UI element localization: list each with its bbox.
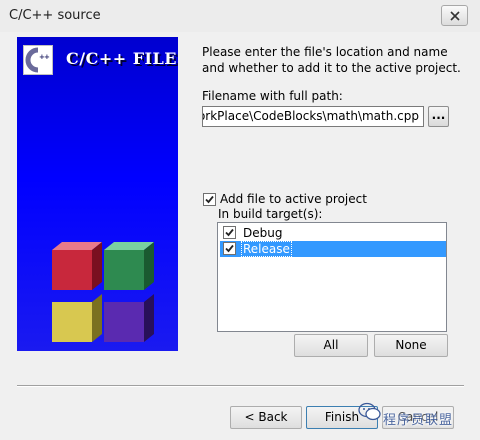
target-debug-checkbox[interactable] bbox=[223, 226, 236, 239]
filename-value: F:\WorkPlace\CodeBlocks\math\math.cpp bbox=[203, 109, 419, 123]
footer-separator bbox=[17, 385, 464, 387]
target-release-checkbox[interactable] bbox=[223, 242, 236, 255]
checkmark-icon bbox=[225, 228, 234, 237]
back-button[interactable]: < Back bbox=[230, 406, 302, 429]
target-item-debug[interactable]: Debug bbox=[220, 225, 446, 241]
wizard-banner: + + C/C++ FILE bbox=[17, 37, 178, 351]
select-none-button[interactable]: None bbox=[374, 334, 448, 357]
cpp-logo-icon: + + bbox=[23, 45, 53, 75]
checkmark-icon bbox=[225, 244, 234, 253]
title-bar: C/C++ source bbox=[0, 0, 480, 32]
target-debug-label: Debug bbox=[243, 226, 283, 240]
svg-text:+: + bbox=[44, 53, 50, 61]
codeblocks-cube-icon bbox=[52, 242, 154, 342]
select-all-button[interactable]: All bbox=[294, 334, 368, 357]
path-label: Filename with full path: bbox=[202, 89, 343, 103]
banner-title: C/C++ FILE bbox=[66, 49, 177, 68]
filename-input[interactable]: F:\WorkPlace\CodeBlocks\math\math.cpp bbox=[202, 106, 424, 127]
build-targets-list[interactable]: Debug Release bbox=[217, 222, 447, 332]
watermark-text: 程序员联盟 bbox=[383, 413, 454, 428]
close-icon bbox=[450, 11, 460, 21]
wechat-icon bbox=[358, 402, 381, 421]
browse-button[interactable]: ... bbox=[428, 106, 449, 127]
intro-text: Please enter the file's location and nam… bbox=[202, 45, 461, 75]
target-release-label: Release bbox=[241, 241, 292, 257]
add-to-project-checkbox[interactable] bbox=[203, 193, 216, 206]
target-item-release[interactable]: Release bbox=[220, 241, 446, 257]
add-to-project-label[interactable]: Add file to active project bbox=[220, 192, 367, 206]
window-title: C/C++ source bbox=[9, 8, 101, 23]
checkmark-icon bbox=[205, 195, 214, 204]
close-button[interactable] bbox=[441, 5, 468, 26]
build-targets-label: In build target(s): bbox=[218, 207, 323, 221]
